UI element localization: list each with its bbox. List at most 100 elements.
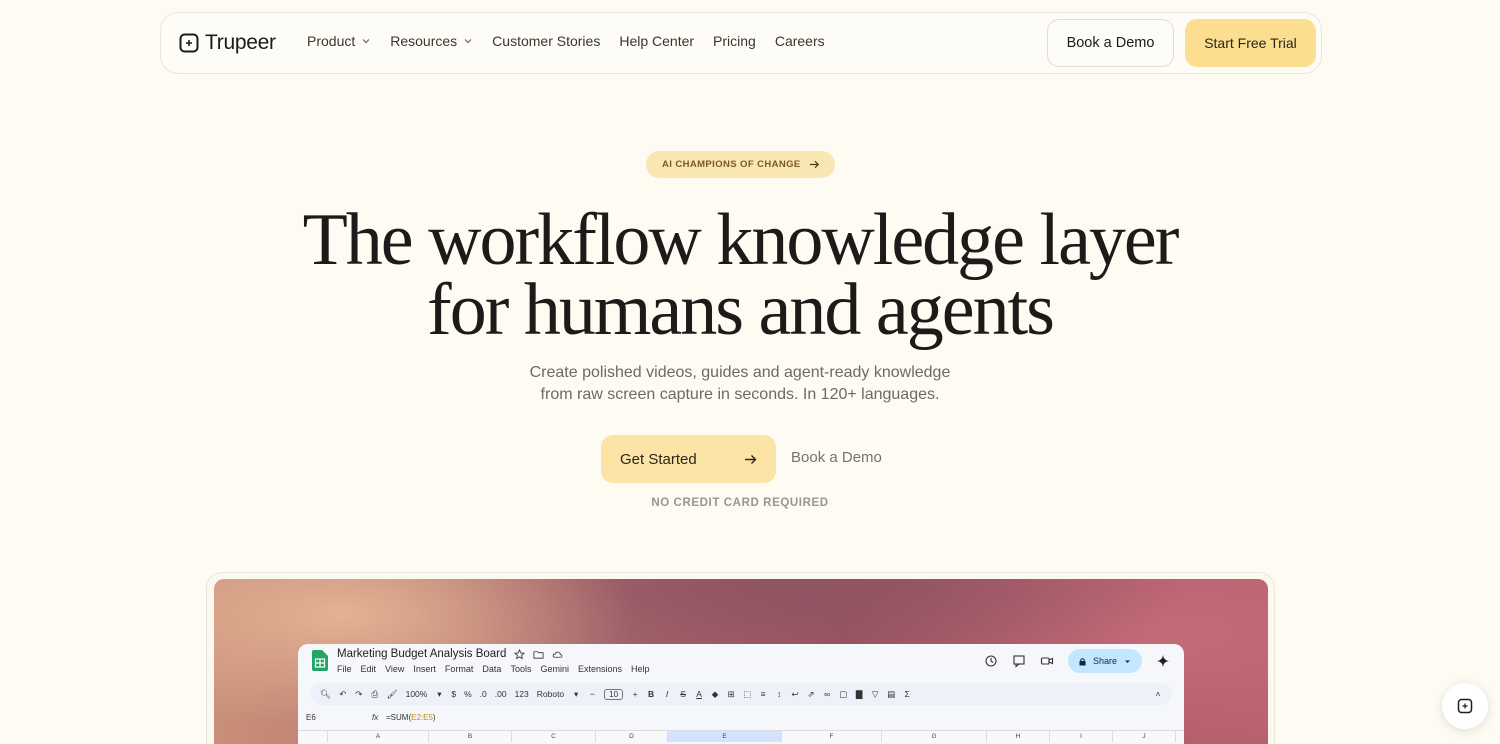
comment-add-icon[interactable]: ▢ xyxy=(839,689,847,700)
column-header-d[interactable]: D xyxy=(596,731,668,742)
nav-resources[interactable]: Resources xyxy=(390,33,473,49)
vertical-align-icon[interactable]: ↕ xyxy=(775,689,783,699)
doc-title[interactable]: Marketing Budget Analysis Board xyxy=(337,648,563,660)
column-header-e[interactable]: E xyxy=(668,731,782,742)
nav-product-label: Product xyxy=(307,33,356,49)
nav-careers-label: Careers xyxy=(774,33,825,49)
subtitle-line-1: Create polished videos, guides and agent… xyxy=(529,364,951,381)
history-icon[interactable] xyxy=(984,654,998,668)
column-header-j[interactable]: J xyxy=(1113,731,1176,742)
collapse-toolbar-icon[interactable]: ˄ xyxy=(1154,689,1162,699)
menu-gemini[interactable]: Gemini xyxy=(540,664,569,674)
book-demo-button[interactable]: Book a Demo xyxy=(1047,19,1174,67)
column-header-i[interactable]: I xyxy=(1050,731,1113,742)
start-free-trial-button[interactable]: Start Free Trial xyxy=(1185,19,1316,67)
arrow-right-icon xyxy=(745,454,757,464)
filter-views-icon[interactable]: ▤ xyxy=(887,689,895,700)
column-header-a[interactable]: A xyxy=(328,731,429,742)
hero-book-demo-link[interactable]: Book a Demo xyxy=(791,449,882,466)
font-size-input[interactable]: 10 xyxy=(604,688,624,700)
fill-color-icon[interactable]: ◆ xyxy=(711,689,719,700)
menu-help[interactable]: Help xyxy=(631,664,650,674)
nav-help-center[interactable]: Help Center xyxy=(619,33,694,49)
filter-icon[interactable]: ▽ xyxy=(871,689,879,700)
minus-icon[interactable]: − xyxy=(588,689,596,699)
sheets-right-tools: Share xyxy=(984,649,1170,673)
italic-icon[interactable]: I xyxy=(663,689,671,699)
fx-label: fx xyxy=(372,713,379,722)
increase-decimal[interactable]: .00 xyxy=(495,689,507,699)
top-navbar: Trupeer Product Resources Customer Stori… xyxy=(160,12,1322,74)
column-header-b[interactable]: B xyxy=(429,731,512,742)
chevron-down-icon xyxy=(362,39,370,44)
font-select[interactable]: Roboto xyxy=(537,689,564,699)
sheets-logo-icon xyxy=(312,650,328,671)
bold-icon[interactable]: B xyxy=(647,689,655,699)
redo-icon[interactable]: ↷ xyxy=(355,689,363,700)
logo[interactable]: Trupeer xyxy=(179,31,276,55)
nav-pricing-label: Pricing xyxy=(713,33,756,49)
column-header-f[interactable]: F xyxy=(782,731,882,742)
spreadsheet-window: Marketing Budget Analysis Board File Edi… xyxy=(298,644,1184,744)
menu-format[interactable]: Format xyxy=(445,664,474,674)
comment-icon[interactable] xyxy=(1012,654,1026,668)
dropdown-caret-icon[interactable]: ▾ xyxy=(435,689,443,700)
plus-icon[interactable]: + xyxy=(631,689,639,699)
merge-cells-icon[interactable]: ⬚ xyxy=(743,689,751,700)
nav-careers[interactable]: Careers xyxy=(775,33,825,49)
percent-format[interactable]: % xyxy=(464,689,472,699)
caret-down-icon[interactable] xyxy=(1123,657,1132,666)
menu-tools[interactable]: Tools xyxy=(510,664,531,674)
text-rotate-icon[interactable]: ⇗ xyxy=(807,689,815,700)
undo-icon[interactable]: ↶ xyxy=(339,689,347,700)
sheets-menu-bar: File Edit View Insert Format Data Tools … xyxy=(337,664,650,674)
corner-cell[interactable] xyxy=(298,731,328,742)
dropdown-caret-icon[interactable]: ▾ xyxy=(572,689,580,700)
text-wrap-icon[interactable]: ↩ xyxy=(791,689,799,700)
trupeer-widget-icon xyxy=(1457,698,1473,714)
cell-reference[interactable]: E6 xyxy=(306,713,316,722)
column-header-g[interactable]: G xyxy=(882,731,987,742)
search-icon[interactable]: 🔍︎ xyxy=(320,689,331,700)
link-icon[interactable]: ∞ xyxy=(823,689,831,699)
video-call-icon[interactable] xyxy=(1040,654,1054,668)
zoom-select[interactable]: 100% xyxy=(406,689,428,699)
decrease-decimal[interactable]: .0 xyxy=(480,689,487,699)
menu-insert[interactable]: Insert xyxy=(413,664,436,674)
formula-input[interactable]: =SUM(E2:E5) xyxy=(386,713,436,722)
nav-product[interactable]: Product xyxy=(307,33,371,49)
align-icon[interactable]: ≡ xyxy=(759,689,767,699)
hero-headline: The workflow knowledge layer for humans … xyxy=(0,203,1480,347)
formula-suffix: ) xyxy=(432,713,436,722)
get-started-button[interactable]: Get Started xyxy=(601,435,776,483)
star-icon[interactable] xyxy=(514,648,526,660)
floating-widget-button[interactable] xyxy=(1442,683,1488,729)
menu-view[interactable]: View xyxy=(385,664,404,674)
text-color-icon[interactable]: A xyxy=(695,689,703,699)
number-format[interactable]: 123 xyxy=(515,689,529,699)
spreadsheet-header: Marketing Budget Analysis Board File Edi… xyxy=(298,644,1184,684)
gemini-sparkle-icon[interactable] xyxy=(1156,654,1170,668)
lock-icon xyxy=(1079,657,1086,665)
subtitle-line-2: from raw screen capture in seconds. In 1… xyxy=(540,386,940,403)
paint-format-icon[interactable]: 🖌︎ xyxy=(387,689,398,700)
column-header-h[interactable]: H xyxy=(987,731,1050,742)
menu-data[interactable]: Data xyxy=(482,664,501,674)
strikethrough-icon[interactable]: S xyxy=(679,689,687,699)
print-icon[interactable]: ⎙ xyxy=(371,689,379,700)
menu-edit[interactable]: Edit xyxy=(361,664,377,674)
chart-icon[interactable]: ▇ xyxy=(855,689,863,700)
menu-extensions[interactable]: Extensions xyxy=(578,664,622,674)
currency-format[interactable]: $ xyxy=(451,689,456,699)
hero-subtitle: Create polished videos, guides and agent… xyxy=(0,362,1480,406)
nav-customer-stories[interactable]: Customer Stories xyxy=(492,33,600,49)
column-header-c[interactable]: C xyxy=(512,731,596,742)
nav-pricing[interactable]: Pricing xyxy=(713,33,756,49)
ai-champions-pill[interactable]: AI CHAMPIONS OF CHANGE xyxy=(646,151,835,178)
borders-icon[interactable]: ⊞ xyxy=(727,689,735,700)
folder-icon[interactable] xyxy=(533,649,544,660)
headline-line-2: for humans and agents xyxy=(427,269,1055,351)
share-button[interactable]: Share xyxy=(1067,649,1142,673)
menu-file[interactable]: File xyxy=(337,664,352,674)
functions-icon[interactable]: Σ xyxy=(903,689,911,699)
